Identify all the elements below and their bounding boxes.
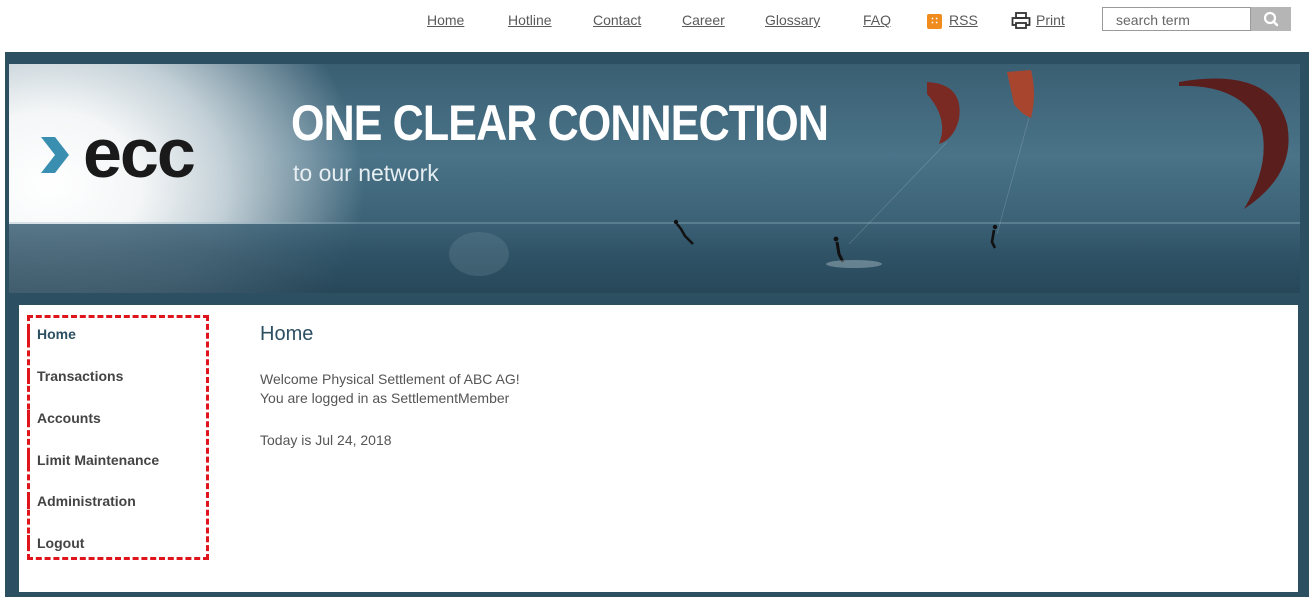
top-bar: Home Hotline Contact Career Glossary FAQ… <box>0 0 1309 52</box>
topnav-home-link[interactable]: Home <box>427 12 464 28</box>
content-area <box>19 305 1298 592</box>
logged-in-message: You are logged in as SettlementMember <box>260 390 510 406</box>
sidebar-item-accounts[interactable]: Accounts <box>37 410 101 426</box>
print-icon[interactable] <box>1011 12 1031 30</box>
sidebar-item-marker <box>27 535 30 551</box>
sidebar-item-logout[interactable]: Logout <box>37 535 84 551</box>
sidebar-item-marker <box>27 410 30 426</box>
banner-headline: ONE CLEAR CONNECTION <box>291 95 829 151</box>
magnifier-icon <box>1263 11 1279 27</box>
hero-banner: ecc ONE CLEAR CONNECTION to our network <box>9 64 1300 293</box>
banner-subheadline: to our network <box>293 160 439 186</box>
topnav-contact-link[interactable]: Contact <box>593 12 641 28</box>
topnav-glossary-link[interactable]: Glossary <box>765 12 820 28</box>
sidebar-item-marker <box>27 452 30 468</box>
sidebar-item-marker <box>27 368 30 384</box>
sidebar-item-marker <box>27 493 30 509</box>
sidebar-item-home[interactable]: Home <box>37 326 76 342</box>
search-button[interactable] <box>1251 7 1291 31</box>
search-input[interactable] <box>1102 7 1251 31</box>
today-date: Today is Jul 24, 2018 <box>260 432 392 448</box>
page: Home Hotline Contact Career Glossary FAQ… <box>0 0 1309 597</box>
page-title: Home <box>260 323 314 345</box>
sidebar-nav-highlight <box>27 315 209 560</box>
topnav-career-link[interactable]: Career <box>682 12 725 28</box>
sidebar-item-limit-maintenance[interactable]: Limit Maintenance <box>37 452 159 468</box>
chevron-right-icon <box>41 137 69 173</box>
sidebar-item-marker <box>27 326 30 342</box>
topnav-hotline-link[interactable]: Hotline <box>508 12 552 28</box>
topnav-print-link[interactable]: Print <box>1036 12 1065 28</box>
sidebar-item-transactions[interactable]: Transactions <box>37 368 123 384</box>
welcome-message: Welcome Physical Settlement of ABC AG! <box>260 371 520 387</box>
sidebar-item-administration[interactable]: Administration <box>37 493 136 509</box>
topnav-rss-link[interactable]: RSS <box>949 12 978 28</box>
logo-wordmark: ecc <box>83 114 196 192</box>
topnav-faq-link[interactable]: FAQ <box>863 12 891 28</box>
rss-icon[interactable]: ∷ <box>927 14 942 29</box>
ecc-logo[interactable]: ecc <box>39 114 229 192</box>
